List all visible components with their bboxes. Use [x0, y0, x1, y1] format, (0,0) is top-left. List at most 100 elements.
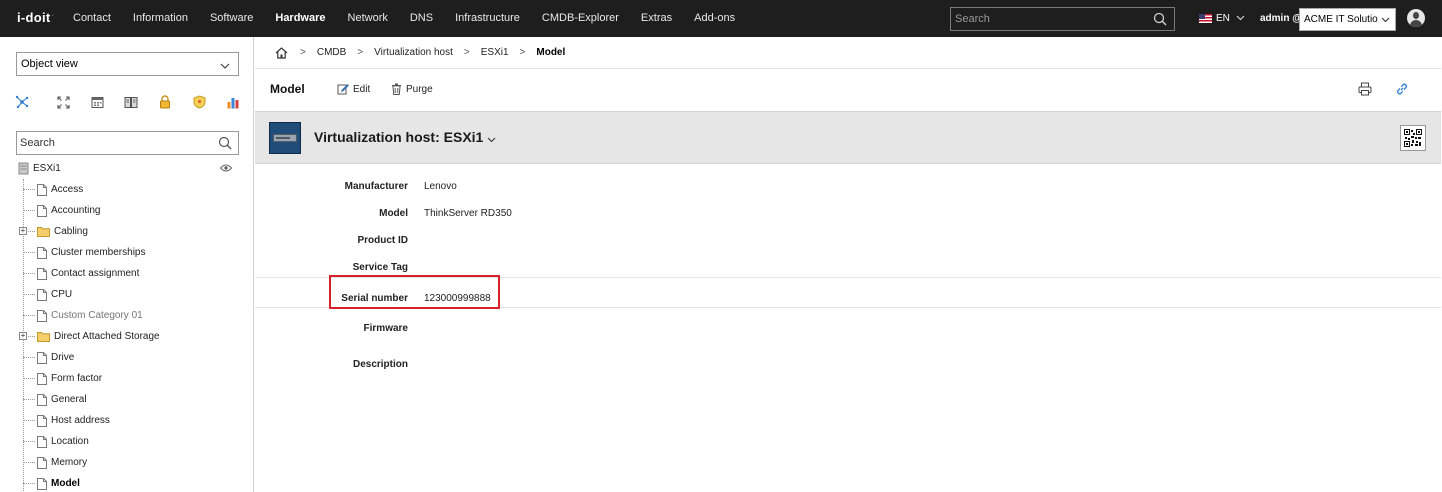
expand-icon[interactable] [55, 94, 71, 110]
field-label: Product ID [357, 235, 408, 246]
tree-item-cpu[interactable]: CPU [23, 284, 72, 305]
breadcrumb: > CMDB > Virtualization host > ESXi1 > M… [255, 37, 1441, 69]
tree-item-label: General [51, 394, 87, 405]
global-search [950, 7, 1175, 31]
view-select-value: Object view [21, 58, 78, 70]
tree-connector [23, 420, 35, 421]
tree-item-cabling[interactable]: + Cabling [19, 221, 88, 242]
tree-item-direct-attached-storage[interactable]: + Direct Attached Storage [19, 326, 160, 347]
lock-icon[interactable] [157, 94, 173, 110]
expand-toggle-icon[interactable]: + [19, 227, 27, 235]
category-title: Model [270, 82, 305, 96]
search-icon[interactable] [1153, 12, 1167, 29]
user-avatar-icon[interactable] [1407, 9, 1425, 27]
tree-item-custom-category-01[interactable]: Custom Category 01 [23, 305, 143, 326]
tree-connector [23, 189, 35, 190]
page-icon [37, 393, 47, 406]
nav-extras[interactable]: Extras [630, 0, 683, 37]
tree-item-label: Host address [51, 415, 110, 426]
shield-icon[interactable] [191, 94, 207, 110]
field-label: Description [352, 359, 408, 370]
tree-connector [23, 399, 35, 400]
nav-software[interactable]: Software [199, 0, 264, 37]
breadcrumb-virtualization-host[interactable]: Virtualization host [374, 47, 453, 58]
page-icon [37, 309, 47, 322]
tree-item-label: Model [51, 478, 80, 489]
chevron-down-icon[interactable] [487, 134, 496, 146]
global-search-input[interactable] [951, 8, 1146, 30]
tree-item-label: Access [51, 184, 84, 195]
network-icon[interactable] [14, 94, 30, 110]
tree-item-label: Direct Attached Storage [54, 331, 160, 342]
tree-connector [23, 294, 35, 295]
tree-item-label: Cluster memberships [51, 247, 146, 258]
nav-contact[interactable]: Contact [62, 0, 122, 37]
page-icon [37, 267, 47, 280]
folder-icon [37, 331, 50, 342]
view-select[interactable]: Object view [16, 52, 239, 76]
tree-item-model[interactable]: Model [23, 473, 80, 492]
tree-item-cluster-memberships[interactable]: Cluster memberships [23, 242, 145, 263]
edit-button[interactable]: Edit [337, 83, 370, 95]
breadcrumb-esxi1[interactable]: ESXi1 [481, 47, 509, 58]
top-navigation-bar: i-doit· Contact Information Software Har… [0, 0, 1442, 37]
print-icon[interactable] [1358, 82, 1372, 99]
link-icon[interactable] [1395, 82, 1409, 99]
breadcrumb-cmdb[interactable]: CMDB [317, 47, 346, 58]
tree-connector [23, 315, 35, 316]
tree-item-label: Location [51, 436, 89, 447]
tree-item-general[interactable]: General [23, 389, 87, 410]
tree-item-location[interactable]: Location [23, 431, 89, 452]
nav-infrastructure[interactable]: Infrastructure [444, 0, 531, 37]
language-label: EN [1216, 13, 1230, 24]
calendar-icon[interactable] [89, 94, 105, 110]
tree-item-drive[interactable]: Drive [23, 347, 74, 368]
field-value: ThinkServer RD350 [424, 208, 512, 219]
tree-connector [23, 210, 35, 211]
tree-root[interactable]: ESXi1 [17, 162, 233, 175]
chart-icon[interactable] [225, 94, 241, 110]
tree-search [16, 131, 239, 155]
tree-item-form-factor[interactable]: Form factor [23, 368, 102, 389]
nav-network[interactable]: Network [337, 0, 399, 37]
language-switcher[interactable]: EN [1199, 13, 1245, 24]
breadcrumb-model: Model [536, 47, 566, 58]
page-icon [37, 183, 47, 196]
page-icon [37, 246, 47, 259]
tree-item-access[interactable]: Access [23, 179, 83, 200]
tree-connector [23, 252, 35, 253]
chevron-down-icon [1236, 13, 1245, 24]
tree-item-accounting[interactable]: Accounting [23, 200, 100, 221]
trash-icon [391, 83, 406, 95]
tree-item-contact-assignment[interactable]: Contact assignment [23, 263, 139, 284]
tree-search-input[interactable] [17, 132, 207, 154]
i-doit-logo[interactable]: i-doit· [17, 10, 54, 25]
tenant-select[interactable]: ACME IT Solutions [1299, 8, 1396, 31]
tree-item-memory[interactable]: Memory [23, 452, 87, 473]
breadcrumb-separator: > [463, 47, 470, 58]
sidebar-toolbar [14, 94, 244, 110]
tree-item-label: Drive [51, 352, 75, 363]
nav-dns[interactable]: DNS [399, 0, 444, 37]
book-icon[interactable] [123, 94, 139, 110]
page-icon [37, 456, 47, 469]
nav-add-ons[interactable]: Add-ons [683, 0, 746, 37]
model-form: Manufacturer Lenovo Model ThinkServer RD… [255, 165, 1441, 370]
search-icon[interactable] [218, 136, 232, 153]
nav-information[interactable]: Information [122, 0, 199, 37]
expand-toggle-icon[interactable]: + [19, 332, 27, 340]
purge-button[interactable]: Purge [391, 83, 433, 95]
nav-cmdb-explorer[interactable]: CMDB-Explorer [531, 0, 630, 37]
field-label: Model [379, 208, 408, 219]
category-toolbar: Model Edit Purge [255, 70, 1441, 110]
field-value: Lenovo [424, 181, 457, 192]
qr-code-icon[interactable] [1400, 125, 1426, 151]
us-flag-icon [1199, 14, 1212, 23]
eye-icon[interactable] [219, 164, 233, 175]
home-icon[interactable] [275, 46, 288, 59]
nav-hardware[interactable]: Hardware [264, 0, 336, 37]
tree-item-host-address[interactable]: Host address [23, 410, 110, 431]
tree-connector [23, 357, 35, 358]
tree-item-label: Form factor [51, 373, 103, 384]
field-model: Model ThinkServer RD350 [255, 197, 1441, 224]
